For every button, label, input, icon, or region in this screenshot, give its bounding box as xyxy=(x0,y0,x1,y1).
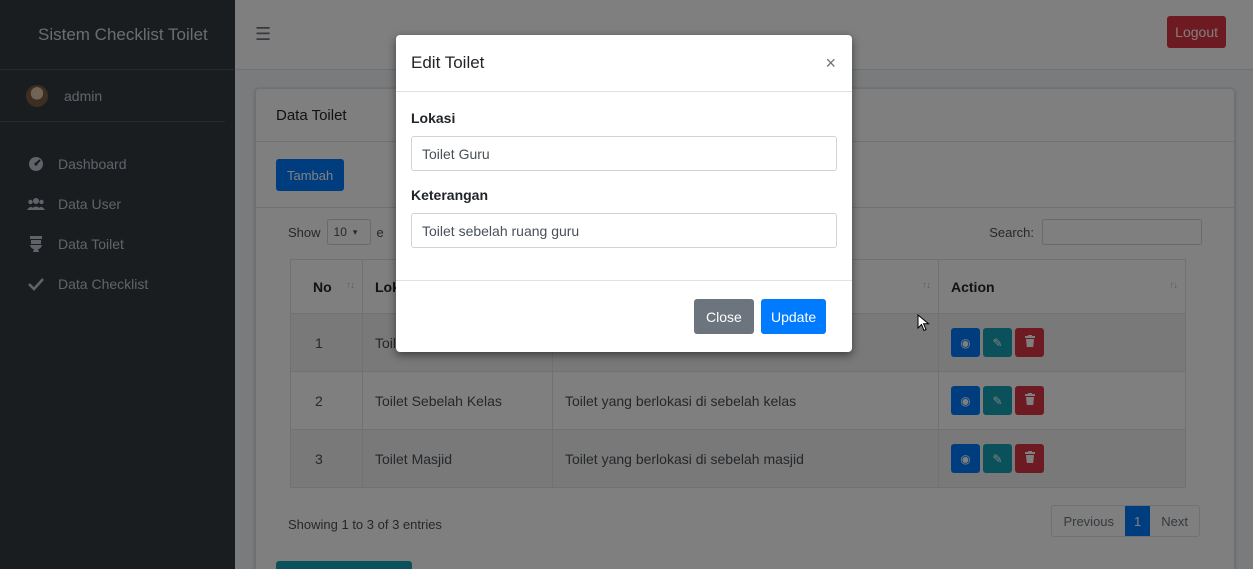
modal-body: Lokasi Keterangan xyxy=(396,92,852,264)
keterangan-label: Keterangan xyxy=(411,187,489,203)
modal-header: Edit Toilet × xyxy=(396,35,852,92)
lokasi-label: Lokasi xyxy=(411,110,456,126)
close-button[interactable]: Close xyxy=(694,299,754,334)
modal-footer: Close Update xyxy=(396,280,852,352)
edit-toilet-modal: Edit Toilet × Lokasi Keterangan Close Up… xyxy=(396,35,852,352)
keterangan-input[interactable] xyxy=(411,213,837,248)
mouse-cursor-icon xyxy=(917,314,930,332)
close-icon[interactable]: × xyxy=(825,53,836,74)
lokasi-input[interactable] xyxy=(411,136,837,171)
modal-title: Edit Toilet xyxy=(411,53,485,72)
update-button[interactable]: Update xyxy=(761,299,827,334)
